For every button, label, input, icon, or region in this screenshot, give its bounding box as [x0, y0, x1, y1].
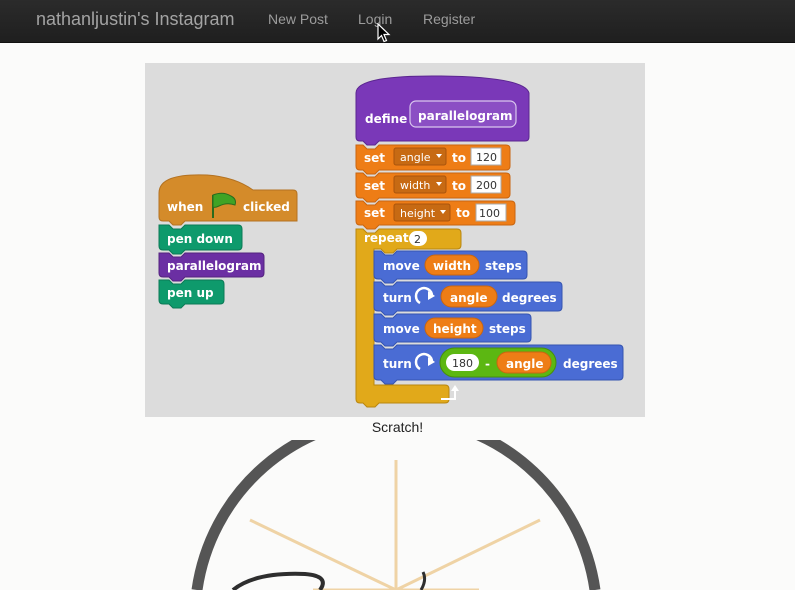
post-caption: Scratch!: [371, 419, 424, 435]
move-label: move: [383, 259, 420, 273]
to-label: to: [452, 151, 466, 165]
turn-label: turn: [383, 357, 412, 371]
repeat-count[interactable]: 2: [414, 233, 421, 246]
post-image[interactable]: when clicked pen down parallelogram pen …: [145, 63, 645, 417]
angle-reporter[interactable]: angle: [506, 357, 543, 371]
define-label: define: [365, 112, 407, 126]
height-reporter[interactable]: height: [433, 322, 477, 336]
parallelogram-call-label: parallelogram: [167, 259, 262, 273]
wheel-illustration: [191, 440, 601, 590]
subtract-left-value[interactable]: 180: [452, 357, 473, 370]
move-label: move: [383, 322, 420, 336]
to-label: to: [452, 179, 466, 193]
clicked-label: clicked: [243, 200, 290, 214]
move-width-block[interactable]: move width steps: [373, 250, 528, 284]
minus-label: -: [485, 357, 490, 371]
scratch-script: when clicked pen down parallelogram pen …: [158, 75, 624, 408]
second-post-image[interactable]: [145, 440, 645, 590]
to-label: to: [456, 206, 470, 220]
height-value[interactable]: 100: [479, 207, 500, 220]
set-label: set: [364, 179, 385, 193]
define-block[interactable]: define parallelogram: [355, 75, 530, 146]
pen-down-label: pen down: [167, 232, 233, 246]
var-width-dropdown[interactable]: width: [400, 179, 430, 192]
navbar: nathanljustin's Instagram New Post Login…: [0, 0, 795, 43]
brand-link[interactable]: nathanljustin's Instagram: [36, 9, 235, 30]
turn-label: turn: [383, 291, 412, 305]
define-proc-name: parallelogram: [418, 109, 513, 123]
set-label: set: [364, 206, 385, 220]
pen-up-label: pen up: [167, 286, 214, 300]
set-label: set: [364, 151, 385, 165]
width-reporter[interactable]: width: [433, 259, 471, 273]
set-width-block[interactable]: set width to 200: [355, 172, 511, 203]
steps-label: steps: [485, 259, 522, 273]
when-flag-clicked-block[interactable]: when clicked: [158, 174, 298, 226]
degrees-label: degrees: [502, 291, 557, 305]
width-value[interactable]: 200: [476, 179, 497, 192]
when-label: when: [167, 200, 203, 214]
nav-register[interactable]: Register: [423, 11, 475, 27]
angle-reporter[interactable]: angle: [450, 291, 487, 305]
degrees-label: degrees: [563, 357, 618, 371]
move-height-block[interactable]: move height steps: [373, 313, 532, 347]
set-height-block[interactable]: set height to 100: [355, 200, 516, 230]
steps-label: steps: [489, 322, 526, 336]
var-height-dropdown[interactable]: height: [400, 207, 436, 220]
pen-up-block[interactable]: pen up: [158, 279, 225, 309]
nav-new-post[interactable]: New Post: [268, 11, 328, 27]
angle-value[interactable]: 120: [476, 151, 497, 164]
mouse-cursor-icon: [377, 23, 391, 43]
pen-down-block[interactable]: pen down: [158, 224, 243, 255]
turn-angle-block[interactable]: turn angle degrees: [373, 281, 563, 316]
set-angle-block[interactable]: set angle to 120: [355, 144, 511, 175]
parallelogram-call-block[interactable]: parallelogram: [158, 252, 265, 282]
turn-subtract-block[interactable]: turn 180 - angle degrees: [373, 344, 624, 385]
repeat-label: repeat: [364, 231, 409, 245]
var-angle-dropdown[interactable]: angle: [400, 151, 431, 164]
